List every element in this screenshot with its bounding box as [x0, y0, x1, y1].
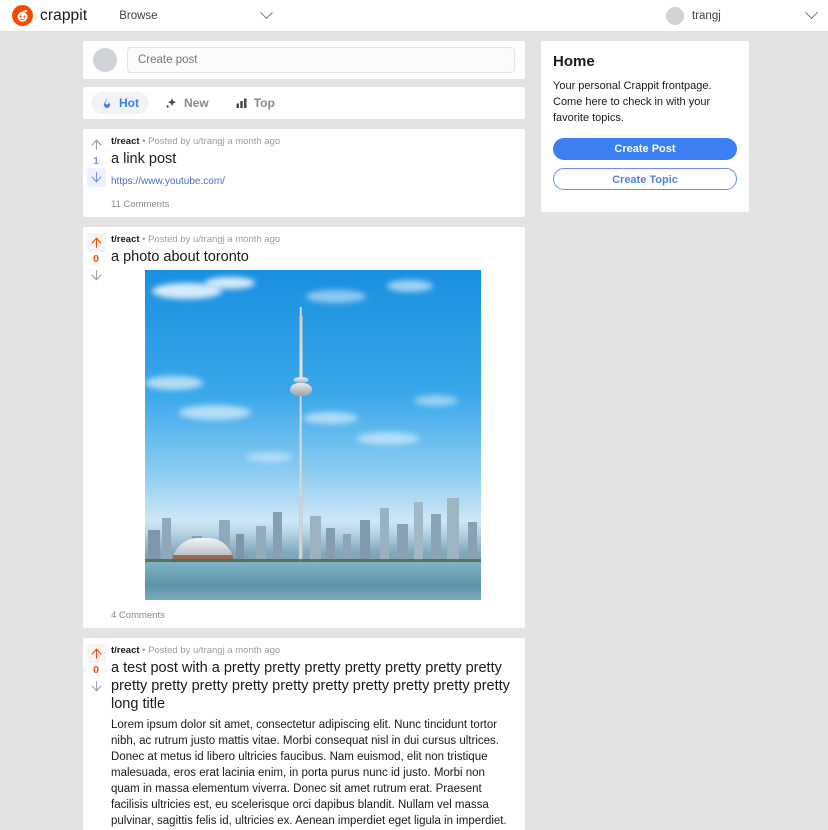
downvote-button[interactable] — [86, 168, 106, 187]
upvote-button[interactable] — [86, 644, 106, 663]
vote-count: 0 — [93, 253, 99, 265]
page-body: Hot New Top — [0, 32, 828, 830]
post-content: t/react • Posted by u/trangj a month ago… — [109, 129, 525, 217]
lake-water — [145, 562, 481, 600]
post-title[interactable]: a photo about toronto — [111, 248, 515, 266]
post-topic[interactable]: t/react — [111, 136, 140, 147]
tab-top-label: Top — [253, 96, 275, 110]
create-post-bar — [82, 40, 526, 80]
page-title: Home — [553, 53, 595, 70]
create-post-button[interactable]: Create Post — [553, 138, 737, 160]
sparkle-icon — [165, 97, 177, 108]
tab-new-label: New — [184, 96, 209, 110]
post-meta-suffix: • Posted by u/trangj a month ago — [142, 645, 281, 656]
upvote-button[interactable] — [86, 233, 106, 252]
post-content: t/react • Posted by u/trangj a month ago… — [109, 638, 525, 830]
post-card[interactable]: 0 t/react • Posted by u/trangj a month a… — [82, 637, 526, 830]
chevron-down-icon — [260, 6, 274, 20]
post-comments-count[interactable]: 11 Comments — [111, 199, 515, 210]
post-image-wrapper — [111, 270, 515, 600]
chevron-down-icon — [805, 6, 818, 20]
post-body-text: Lorem ipsum dolor sit amet, consectetur … — [111, 719, 507, 827]
post-meta-suffix: • Posted by u/trangj a month ago — [142, 136, 281, 147]
browse-dropdown-label: Browse — [119, 9, 158, 22]
vote-control: 0 — [83, 227, 109, 628]
feed-column: Hot New Top — [82, 40, 526, 830]
post-topic[interactable]: t/react — [111, 234, 140, 245]
sidebar-column: Home Your personal Crappit frontpage. Co… — [540, 40, 750, 830]
username-label: trangj — [692, 9, 721, 22]
post-meta: t/react • Posted by u/trangj a month ago — [111, 645, 515, 656]
post-meta: t/react • Posted by u/trangj a month ago — [111, 234, 515, 245]
post-link[interactable]: https://www.youtube.com/ — [111, 176, 225, 187]
create-topic-button[interactable]: Create Topic — [553, 168, 737, 190]
tab-hot[interactable]: Hot — [91, 92, 149, 114]
arrow-up-icon — [91, 237, 101, 248]
vote-control: 1 — [83, 129, 109, 217]
arrow-up-icon — [91, 648, 101, 659]
post-title[interactable]: a test post with a pretty pretty pretty … — [111, 659, 515, 713]
toronto-skyline-photo[interactable] — [145, 270, 481, 600]
cn-tower — [289, 314, 312, 564]
vote-control: 0 — [83, 638, 109, 830]
reddit-alien-icon — [12, 5, 33, 26]
avatar — [93, 48, 117, 72]
home-description: Your personal Crappit frontpage. Come he… — [553, 80, 712, 124]
tab-new[interactable]: New — [155, 92, 219, 114]
sort-tab-bar: Hot New Top — [82, 86, 526, 120]
post-comments-count[interactable]: 4 Comments — [111, 610, 515, 621]
post-card[interactable]: 1 t/react • Posted by u/trangj a month a… — [82, 128, 526, 218]
top-navbar: crappit Browse trangj — [0, 0, 828, 32]
create-post-input[interactable] — [127, 47, 515, 73]
post-topic[interactable]: t/react — [111, 645, 140, 656]
downvote-button[interactable] — [87, 677, 106, 696]
bar-chart-icon — [236, 98, 247, 108]
avatar — [666, 6, 684, 25]
tab-hot-label: Hot — [119, 96, 139, 110]
tab-top[interactable]: Top — [225, 92, 285, 114]
arrow-down-icon — [91, 172, 101, 183]
downvote-button[interactable] — [87, 266, 106, 285]
vote-count: 1 — [93, 155, 99, 167]
post-title[interactable]: a link post — [111, 150, 515, 168]
upvote-button[interactable] — [87, 135, 106, 154]
arrow-up-icon — [91, 139, 101, 150]
arrow-down-icon — [91, 270, 101, 281]
vote-count: 0 — [93, 664, 99, 676]
post-content: t/react • Posted by u/trangj a month ago… — [109, 227, 525, 628]
post-card[interactable]: 0 t/react • Posted by u/trangj a month a… — [82, 226, 526, 629]
flame-icon — [104, 98, 110, 108]
browse-dropdown[interactable]: Browse — [115, 3, 275, 29]
brand-name: crappit — [40, 6, 88, 24]
post-meta-suffix: • Posted by u/trangj a month ago — [142, 234, 281, 245]
brand-logo-link[interactable]: crappit — [12, 5, 87, 26]
arrow-down-icon — [91, 681, 101, 692]
home-info-card: Home Your personal Crappit frontpage. Co… — [540, 40, 750, 213]
user-menu[interactable]: trangj — [666, 6, 818, 25]
post-meta: t/react • Posted by u/trangj a month ago — [111, 136, 515, 147]
